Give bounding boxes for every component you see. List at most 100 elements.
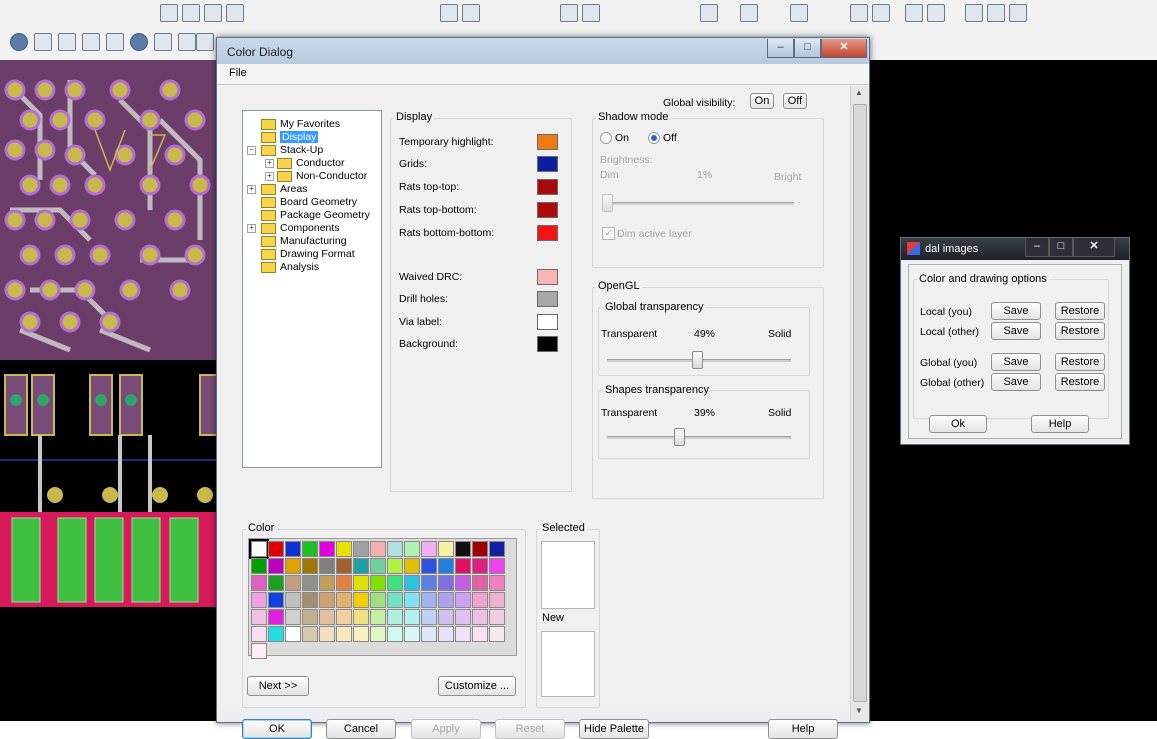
palette-color-cell[interactable] xyxy=(268,541,284,557)
palette-color-cell[interactable] xyxy=(472,541,488,557)
palette-color-cell[interactable] xyxy=(472,558,488,574)
palette-color-cell[interactable] xyxy=(472,575,488,591)
toolbar-icon[interactable] xyxy=(560,4,578,22)
palette-color-cell[interactable] xyxy=(404,626,420,642)
palette-color-cell[interactable] xyxy=(268,592,284,608)
palette-color-cell[interactable] xyxy=(353,575,369,591)
palette-color-cell[interactable] xyxy=(455,626,471,642)
toolbar-icon[interactable] xyxy=(154,33,172,51)
global-visibility-off-button[interactable]: Off xyxy=(783,93,807,109)
shadow-on-radio[interactable] xyxy=(600,132,612,144)
palette-color-cell[interactable] xyxy=(438,558,454,574)
palette-color-cell[interactable] xyxy=(319,592,335,608)
toolbar-icon[interactable] xyxy=(872,4,890,22)
palette-color-cell[interactable] xyxy=(404,541,420,557)
palette-color-cell[interactable] xyxy=(489,592,505,608)
palette-color-cell[interactable] xyxy=(370,609,386,625)
palette-color-cell[interactable] xyxy=(489,558,505,574)
collapse-icon[interactable]: − xyxy=(247,146,256,155)
palette-color-cell[interactable] xyxy=(319,609,335,625)
tree-item-my-favorites[interactable]: My Favorites xyxy=(261,118,340,130)
toolbar-icon[interactable] xyxy=(182,4,200,22)
mini-close-button[interactable]: ✕ xyxy=(1073,238,1115,257)
color-palette[interactable] xyxy=(248,538,517,659)
global-you-restore-button[interactable]: Restore xyxy=(1055,353,1105,371)
toolbar-icon[interactable] xyxy=(1009,4,1027,22)
via-label-swatch[interactable] xyxy=(537,314,558,330)
palette-color-cell[interactable] xyxy=(387,575,403,591)
palette-color-cell[interactable] xyxy=(421,609,437,625)
palette-color-cell[interactable] xyxy=(370,558,386,574)
expand-icon[interactable]: + xyxy=(265,172,274,181)
local-you-restore-button[interactable]: Restore xyxy=(1055,302,1105,320)
palette-color-cell[interactable] xyxy=(404,575,420,591)
mini-help-button[interactable]: Help xyxy=(1031,415,1089,433)
palette-color-cell[interactable] xyxy=(455,575,471,591)
palette-color-cell[interactable] xyxy=(336,592,352,608)
palette-color-cell[interactable] xyxy=(404,592,420,608)
waived-drc-swatch[interactable] xyxy=(537,269,558,285)
palette-color-cell[interactable] xyxy=(421,558,437,574)
palette-color-cell[interactable] xyxy=(302,592,318,608)
palette-color-cell[interactable] xyxy=(319,575,335,591)
palette-color-cell[interactable] xyxy=(387,558,403,574)
tree-item-board-geometry[interactable]: Board Geometry xyxy=(261,196,357,208)
expand-icon[interactable]: + xyxy=(247,185,256,194)
toolbar-icon[interactable] xyxy=(160,4,178,22)
tree-item-components[interactable]: Components xyxy=(261,222,340,234)
menu-file[interactable]: File xyxy=(229,67,247,79)
apply-button[interactable]: Apply xyxy=(411,719,481,739)
shadow-off-radio[interactable] xyxy=(648,132,660,144)
palette-color-cell[interactable] xyxy=(251,558,267,574)
palette-color-cell[interactable] xyxy=(489,575,505,591)
shapes-transparency-thumb[interactable] xyxy=(673,428,685,446)
maximize-button[interactable]: □ xyxy=(794,39,821,58)
rats-top-top-swatch[interactable] xyxy=(537,179,558,195)
palette-color-cell[interactable] xyxy=(336,626,352,642)
global-you-save-button[interactable]: Save xyxy=(991,353,1041,371)
palette-color-cell[interactable] xyxy=(251,643,267,659)
toolbar-icon[interactable] xyxy=(34,33,52,51)
toolbar-icon[interactable] xyxy=(700,4,718,22)
toolbar-circle-icon[interactable] xyxy=(130,33,148,51)
palette-color-cell[interactable] xyxy=(285,558,301,574)
ok-button[interactable]: OK xyxy=(242,719,312,739)
local-other-restore-button[interactable]: Restore xyxy=(1055,322,1105,340)
toolbar-circle-icon[interactable] xyxy=(10,33,28,51)
toolbar-icon[interactable] xyxy=(850,4,868,22)
global-other-save-button[interactable]: Save xyxy=(991,373,1041,391)
palette-color-cell[interactable] xyxy=(336,575,352,591)
brightness-slider-thumb[interactable] xyxy=(602,194,613,212)
global-visibility-on-button[interactable]: On xyxy=(750,93,774,109)
palette-color-cell[interactable] xyxy=(370,626,386,642)
palette-color-cell[interactable] xyxy=(285,592,301,608)
toolbar-icon[interactable] xyxy=(82,33,100,51)
palette-color-cell[interactable] xyxy=(438,609,454,625)
close-button[interactable]: ✕ xyxy=(821,39,867,58)
palette-color-cell[interactable] xyxy=(268,558,284,574)
palette-color-cell[interactable] xyxy=(251,609,267,625)
palette-color-cell[interactable] xyxy=(404,558,420,574)
palette-color-cell[interactable] xyxy=(370,575,386,591)
palette-color-cell[interactable] xyxy=(353,626,369,642)
tree-item-areas[interactable]: Areas xyxy=(261,183,307,195)
palette-color-cell[interactable] xyxy=(489,626,505,642)
toolbar-icon[interactable] xyxy=(462,4,480,22)
palette-color-cell[interactable] xyxy=(302,575,318,591)
toolbar-icon[interactable] xyxy=(440,4,458,22)
palette-color-cell[interactable] xyxy=(302,609,318,625)
temporary-highlight-swatch[interactable] xyxy=(537,134,558,150)
tree-item-conductor[interactable]: Conductor xyxy=(277,157,344,169)
mini-ok-button[interactable]: Ok xyxy=(929,415,987,433)
palette-color-cell[interactable] xyxy=(387,592,403,608)
scrollbar-thumb[interactable] xyxy=(853,104,867,702)
mini-minimize-button[interactable]: – xyxy=(1025,238,1049,257)
palette-color-cell[interactable] xyxy=(370,592,386,608)
tree-item-non-conductor[interactable]: Non-Conductor xyxy=(277,170,367,182)
brightness-slider-track[interactable] xyxy=(606,202,794,205)
palette-color-cell[interactable] xyxy=(336,558,352,574)
toolbar-icon[interactable] xyxy=(178,33,196,51)
toolbar-icon[interactable] xyxy=(790,4,808,22)
dim-active-layer-checkbox[interactable]: ✓ xyxy=(602,227,615,240)
palette-color-cell[interactable] xyxy=(489,541,505,557)
